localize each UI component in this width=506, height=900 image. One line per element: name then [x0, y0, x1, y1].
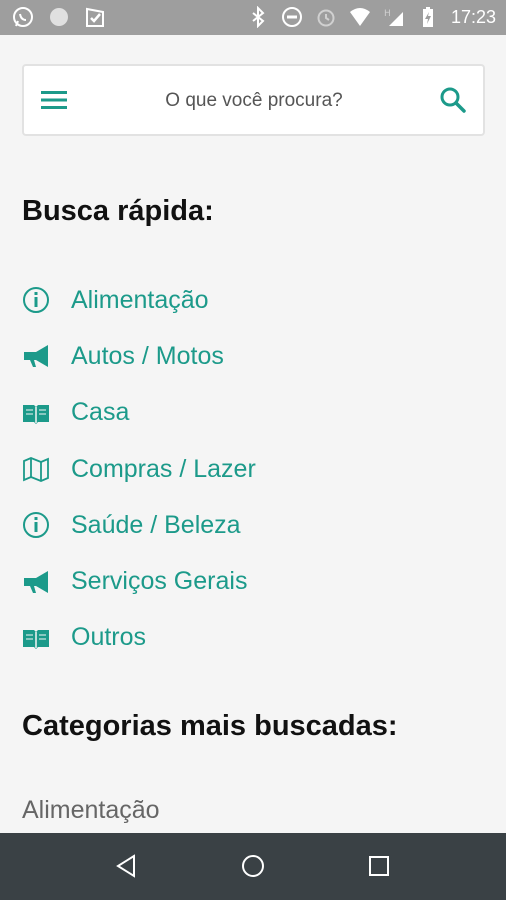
info-circle-icon: [22, 511, 50, 539]
status-bar-system: H 17:23: [247, 5, 496, 29]
quick-item-saude-beleza[interactable]: Saúde / Beleza: [22, 497, 462, 553]
quick-search-title: Busca rápida:: [22, 195, 214, 227]
svg-text:H: H: [384, 9, 391, 19]
signal-h-icon: H: [383, 6, 405, 28]
quick-search-list: Alimentação Autos / Motos Casa Compras /…: [22, 272, 462, 666]
status-bar-notifications: [12, 6, 106, 28]
battery-charging-icon: [417, 6, 439, 28]
hamburger-menu-icon[interactable]: [40, 88, 68, 112]
home-circle-icon[interactable]: [238, 851, 268, 881]
info-circle-icon: [22, 286, 50, 314]
map-icon: [22, 455, 50, 483]
do-not-disturb-icon: [281, 6, 303, 28]
quick-item-label: Saúde / Beleza: [71, 510, 241, 539]
status-bar: H 17:23: [0, 0, 506, 35]
quick-item-compras-lazer[interactable]: Compras / Lazer: [22, 441, 462, 497]
megaphone-icon: [22, 568, 50, 596]
category-item-alimentacao[interactable]: Alimentação: [22, 796, 160, 825]
alarm-icon: [315, 6, 337, 28]
megaphone-icon: [22, 342, 50, 370]
open-book-icon: [22, 399, 50, 427]
quick-item-label: Serviços Gerais: [71, 567, 248, 596]
search-icon[interactable]: [439, 86, 467, 114]
bluetooth-icon: [247, 5, 269, 29]
quick-item-label: Casa: [71, 398, 130, 427]
quick-item-servicos-gerais[interactable]: Serviços Gerais: [22, 553, 462, 609]
quick-item-outros[interactable]: Outros: [22, 610, 462, 666]
quick-item-label: Alimentação: [71, 285, 209, 314]
categories-title: Categorias mais buscadas:: [22, 710, 398, 742]
quick-item-casa[interactable]: Casa: [22, 385, 462, 441]
status-time: 17:23: [450, 7, 496, 27]
quick-item-label: Outros: [71, 623, 147, 652]
wifi-icon: [349, 6, 371, 28]
circle-notification-icon: [48, 6, 70, 28]
navigation-bar: [0, 833, 506, 900]
recent-apps-square-icon[interactable]: [364, 851, 394, 881]
search-input[interactable]: [94, 86, 414, 116]
back-triangle-icon[interactable]: [112, 851, 142, 881]
quick-item-label: Autos / Motos: [71, 341, 224, 370]
quick-item-alimentacao[interactable]: Alimentação: [22, 272, 462, 328]
open-book-icon: [22, 624, 50, 652]
check-flag-icon: [84, 6, 106, 28]
quick-item-autos-motos[interactable]: Autos / Motos: [22, 328, 462, 384]
quick-item-label: Compras / Lazer: [71, 454, 256, 483]
search-bar: [22, 64, 485, 136]
whatsapp-icon: [12, 6, 34, 28]
